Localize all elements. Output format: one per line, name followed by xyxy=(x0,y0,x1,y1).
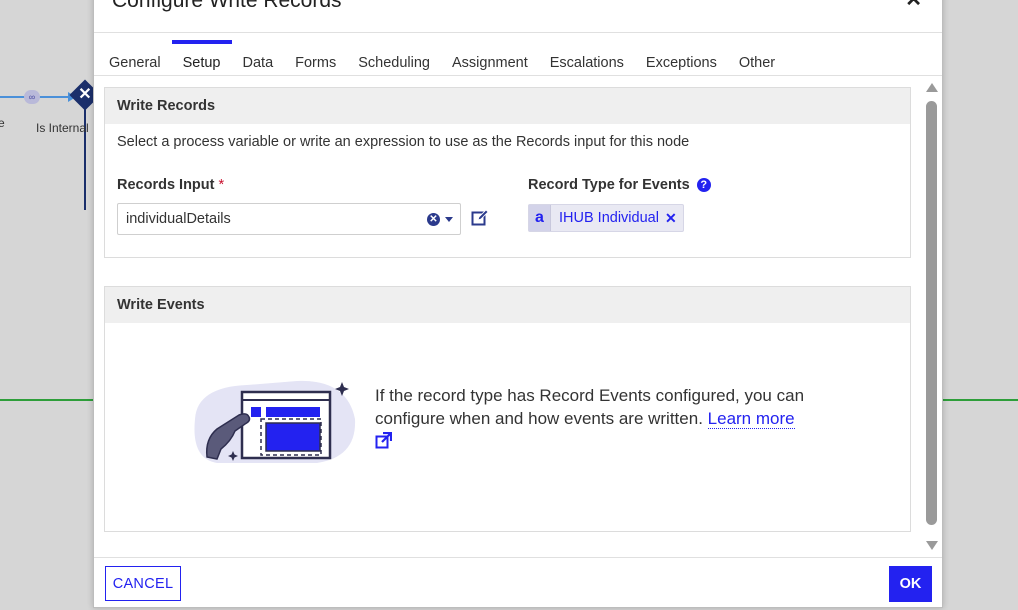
dialog-title: Configure Write Records xyxy=(112,0,342,12)
records-input-label-text: Records Input xyxy=(117,177,215,193)
tab-data[interactable]: Data xyxy=(232,40,285,76)
external-link-icon[interactable] xyxy=(375,432,392,449)
required-marker: * xyxy=(218,177,225,193)
write-events-illustration-icon xyxy=(194,380,356,463)
tab-scheduling[interactable]: Scheduling xyxy=(347,40,441,76)
remove-icon[interactable]: ✕ xyxy=(665,210,683,227)
gateway-label: Is Internal Portal xyxy=(36,121,92,135)
tab-forms[interactable]: Forms xyxy=(284,40,347,76)
write-events-section: Write Events If the record type has Reco… xyxy=(104,286,911,532)
tab-bar: General Setup Data Forms Scheduling Assi… xyxy=(98,40,786,76)
record-type-chip-text[interactable]: IHUB Individual xyxy=(551,210,665,226)
learn-more-link[interactable]: Learn more xyxy=(707,409,795,429)
tab-other[interactable]: Other xyxy=(728,40,786,76)
help-icon[interactable]: ? xyxy=(696,178,711,192)
chevron-down-icon[interactable] xyxy=(445,217,453,222)
records-input-value: individualDetails xyxy=(126,211,231,227)
vertical-scrollbar[interactable] xyxy=(924,83,940,553)
gateway-x-icon: ✕ xyxy=(78,86,92,103)
instructions-text: Select a process variable or write an ex… xyxy=(117,134,690,150)
node-label: e xyxy=(0,116,5,130)
configure-dialog: Configure Write Records ✕ General Setup … xyxy=(93,0,943,608)
flow-connector xyxy=(943,399,1018,401)
record-type-chip[interactable]: a IHUB Individual ✕ xyxy=(528,204,684,232)
records-input-label: Records Input * xyxy=(117,177,224,193)
flow-connector xyxy=(0,399,93,401)
tab-setup[interactable]: Setup xyxy=(171,40,232,76)
record-type-label: Record Type for Events ? xyxy=(528,177,711,193)
link-icon: ∞ xyxy=(24,90,40,104)
tab-assignment[interactable]: Assignment xyxy=(441,40,539,76)
scroll-up-arrow-icon[interactable] xyxy=(926,83,938,92)
tab-general[interactable]: General xyxy=(98,40,172,76)
clear-icon[interactable]: ✕ xyxy=(427,213,440,226)
section-heading: Write Records xyxy=(105,88,910,124)
close-icon[interactable]: ✕ xyxy=(905,0,922,12)
divider xyxy=(94,75,942,76)
write-events-message: If the record type has Record Events con… xyxy=(375,384,835,453)
scrollbar-thumb[interactable] xyxy=(926,101,937,525)
write-records-section: Write Records Select a process variable … xyxy=(104,87,911,258)
cancel-button[interactable]: CANCEL xyxy=(105,566,181,601)
divider xyxy=(94,32,942,33)
ok-button[interactable]: OK xyxy=(889,566,932,602)
record-type-icon: a xyxy=(529,205,551,231)
dialog-content: Write Records Select a process variable … xyxy=(104,87,911,533)
section-heading: Write Events xyxy=(105,287,910,323)
scroll-down-arrow-icon[interactable] xyxy=(926,541,938,550)
records-input-picker[interactable]: individualDetails ✕ xyxy=(117,203,461,235)
tab-escalations[interactable]: Escalations xyxy=(539,40,635,76)
record-type-label-text: Record Type for Events xyxy=(528,177,690,193)
tab-exceptions[interactable]: Exceptions xyxy=(635,40,728,76)
divider xyxy=(94,557,942,558)
edit-icon[interactable] xyxy=(471,209,489,227)
